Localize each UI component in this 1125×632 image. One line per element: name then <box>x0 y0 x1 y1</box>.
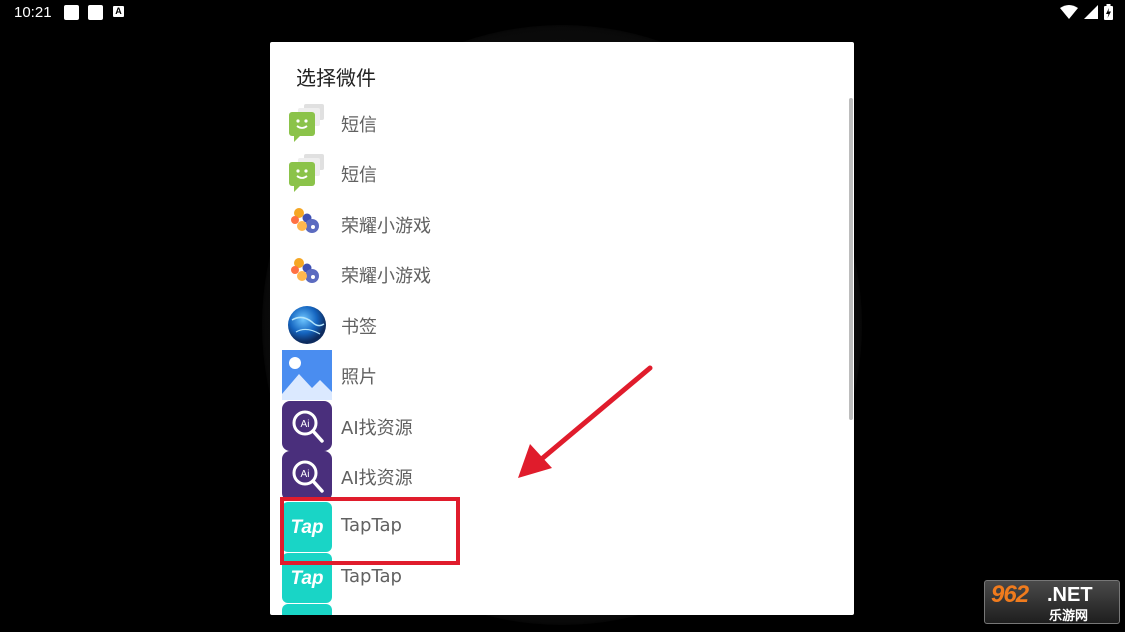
svg-text:Ai: Ai <box>301 419 310 430</box>
list-item[interactable] <box>270 604 830 615</box>
list-item[interactable]: 短信 <box>270 148 830 198</box>
dialog-scrollbar[interactable] <box>849 98 853 420</box>
status-icons <box>1060 4 1113 20</box>
bookmark-globe-icon <box>288 306 326 344</box>
svg-text:Tap: Tap <box>290 568 323 589</box>
svg-text:Ai: Ai <box>301 469 310 480</box>
list-item-label: AI找资源 <box>341 418 413 439</box>
list-item-label: 短信 <box>341 165 377 186</box>
list-item-label: TapTap <box>341 566 402 587</box>
list-item[interactable]: 书签 <box>270 300 830 350</box>
pointer-arrow <box>518 365 653 478</box>
photos-icon <box>282 350 332 400</box>
notification-square-icon <box>64 5 79 20</box>
list-item-label: 荣耀小游戏 <box>341 266 431 287</box>
list-item-label: AI找资源 <box>341 468 413 489</box>
notification-square-icon <box>88 5 103 20</box>
status-bar: 10:21 A <box>0 0 1125 26</box>
battery-icon <box>1104 4 1113 20</box>
list-item-label: 照片 <box>341 367 377 388</box>
highlight-box <box>280 497 460 565</box>
list-item-label: 荣耀小游戏 <box>341 216 431 237</box>
ai-search-icon: Ai <box>282 401 332 451</box>
list-item[interactable]: 短信 <box>270 98 830 148</box>
site-watermark: 962 .NET 乐游网 <box>984 580 1120 624</box>
list-item[interactable]: 荣耀小游戏 <box>270 199 830 249</box>
ai-search-icon: Ai <box>282 451 332 501</box>
watermark-logo: 962 <box>991 581 1029 608</box>
app-a-icon: A <box>113 6 124 17</box>
dialog-title: 选择微件 <box>296 66 376 90</box>
taptap-icon <box>282 604 332 615</box>
list-item-label: 短信 <box>341 115 377 136</box>
signal-icon <box>1084 4 1098 19</box>
honor-minigame-icon <box>291 258 319 283</box>
status-time: 10:21 <box>14 4 52 21</box>
watermark-sub: 乐游网 <box>1049 609 1089 624</box>
watermark-net: .NET <box>1047 584 1093 606</box>
honor-minigame-icon <box>291 208 319 233</box>
list-item-label: 书签 <box>341 317 377 338</box>
wifi-icon <box>1060 4 1078 19</box>
sms-icon <box>289 154 324 192</box>
list-item[interactable]: 荣耀小游戏 <box>270 249 830 299</box>
sms-icon <box>289 104 324 142</box>
